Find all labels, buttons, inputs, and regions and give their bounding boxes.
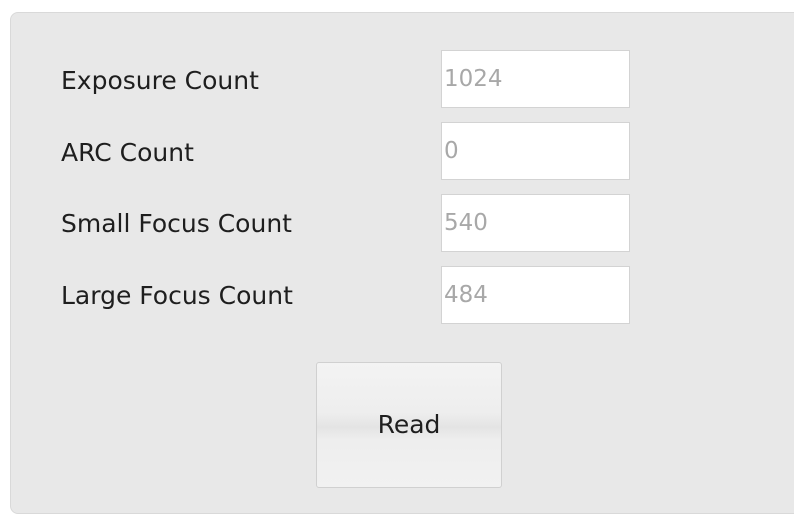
exposure-count-value: 1024	[444, 66, 503, 92]
exposure-count-label: Exposure Count	[61, 66, 259, 95]
large-focus-count-value: 484	[444, 282, 488, 308]
small-focus-count-field[interactable]: 540	[441, 194, 630, 252]
read-button-label: Read	[377, 410, 441, 439]
small-focus-count-label: Small Focus Count	[61, 209, 292, 238]
arc-count-value: 0	[444, 138, 459, 164]
large-focus-count-field[interactable]: 484	[441, 266, 630, 324]
small-focus-count-value: 540	[444, 210, 488, 236]
arc-count-label: ARC Count	[61, 138, 194, 167]
counter-panel: Exposure Count 1024 ARC Count 0 Small Fo…	[10, 12, 794, 514]
read-button[interactable]: Read	[316, 362, 502, 488]
large-focus-count-label: Large Focus Count	[61, 281, 293, 310]
arc-count-field[interactable]: 0	[441, 122, 630, 180]
exposure-count-field[interactable]: 1024	[441, 50, 630, 108]
